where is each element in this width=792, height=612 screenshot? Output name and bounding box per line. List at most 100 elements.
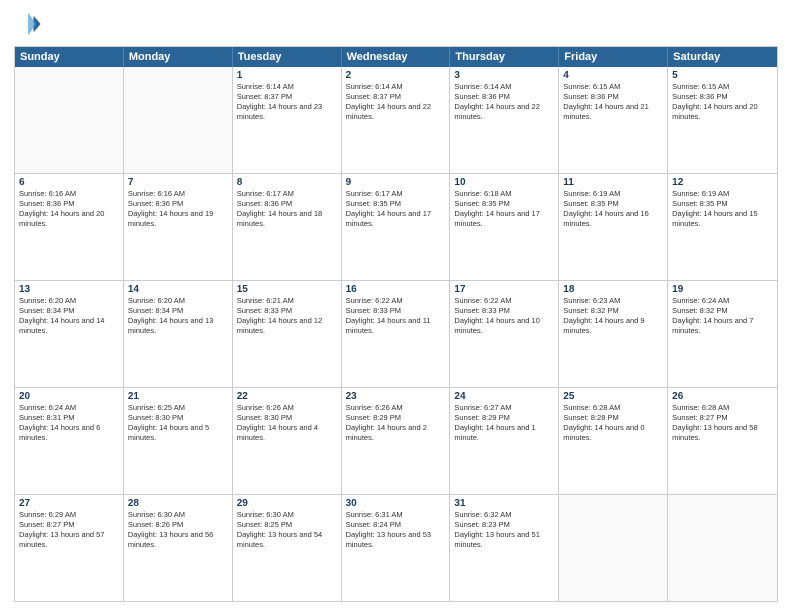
header-day-wednesday: Wednesday [342,47,451,67]
cell-content: Sunrise: 6:15 AM Sunset: 8:36 PM Dayligh… [672,82,773,123]
cell-content: Sunrise: 6:24 AM Sunset: 8:31 PM Dayligh… [19,403,119,444]
calendar-cell-5: 5Sunrise: 6:15 AM Sunset: 8:36 PM Daylig… [668,67,777,173]
cell-date: 24 [454,391,554,402]
cell-date: 4 [563,70,663,81]
calendar-row-3: 20Sunrise: 6:24 AM Sunset: 8:31 PM Dayli… [15,388,777,495]
cell-content: Sunrise: 6:19 AM Sunset: 8:35 PM Dayligh… [672,189,773,230]
cell-date: 9 [346,177,446,188]
calendar-cell-14: 14Sunrise: 6:20 AM Sunset: 8:34 PM Dayli… [124,281,233,387]
cell-content: Sunrise: 6:30 AM Sunset: 8:26 PM Dayligh… [128,510,228,551]
cell-date: 1 [237,70,337,81]
cell-date: 17 [454,284,554,295]
header-day-friday: Friday [559,47,668,67]
cell-date: 14 [128,284,228,295]
calendar-row-2: 13Sunrise: 6:20 AM Sunset: 8:34 PM Dayli… [15,281,777,388]
cell-content: Sunrise: 6:18 AM Sunset: 8:35 PM Dayligh… [454,189,554,230]
calendar-cell-6: 6Sunrise: 6:16 AM Sunset: 8:36 PM Daylig… [15,174,124,280]
cell-date: 7 [128,177,228,188]
cell-content: Sunrise: 6:16 AM Sunset: 8:36 PM Dayligh… [19,189,119,230]
calendar-cell-empty-0-0 [15,67,124,173]
calendar-cell-12: 12Sunrise: 6:19 AM Sunset: 8:35 PM Dayli… [668,174,777,280]
cell-content: Sunrise: 6:30 AM Sunset: 8:25 PM Dayligh… [237,510,337,551]
calendar-cell-31: 31Sunrise: 6:32 AM Sunset: 8:23 PM Dayli… [450,495,559,601]
cell-date: 25 [563,391,663,402]
calendar-cell-7: 7Sunrise: 6:16 AM Sunset: 8:36 PM Daylig… [124,174,233,280]
cell-date: 20 [19,391,119,402]
cell-content: Sunrise: 6:20 AM Sunset: 8:34 PM Dayligh… [19,296,119,337]
calendar-cell-28: 28Sunrise: 6:30 AM Sunset: 8:26 PM Dayli… [124,495,233,601]
logo [14,10,44,38]
cell-content: Sunrise: 6:14 AM Sunset: 8:37 PM Dayligh… [346,82,446,123]
calendar-cell-16: 16Sunrise: 6:22 AM Sunset: 8:33 PM Dayli… [342,281,451,387]
calendar-cell-26: 26Sunrise: 6:28 AM Sunset: 8:27 PM Dayli… [668,388,777,494]
cell-content: Sunrise: 6:14 AM Sunset: 8:37 PM Dayligh… [237,82,337,123]
cell-date: 13 [19,284,119,295]
calendar-row-1: 6Sunrise: 6:16 AM Sunset: 8:36 PM Daylig… [15,174,777,281]
calendar: SundayMondayTuesdayWednesdayThursdayFrid… [14,46,778,602]
calendar-cell-23: 23Sunrise: 6:26 AM Sunset: 8:29 PM Dayli… [342,388,451,494]
calendar-cell-17: 17Sunrise: 6:22 AM Sunset: 8:33 PM Dayli… [450,281,559,387]
header-day-sunday: Sunday [15,47,124,67]
cell-content: Sunrise: 6:28 AM Sunset: 8:27 PM Dayligh… [672,403,773,444]
cell-date: 31 [454,498,554,509]
cell-content: Sunrise: 6:14 AM Sunset: 8:36 PM Dayligh… [454,82,554,123]
header-day-tuesday: Tuesday [233,47,342,67]
cell-date: 15 [237,284,337,295]
calendar-cell-20: 20Sunrise: 6:24 AM Sunset: 8:31 PM Dayli… [15,388,124,494]
cell-date: 12 [672,177,773,188]
cell-content: Sunrise: 6:32 AM Sunset: 8:23 PM Dayligh… [454,510,554,551]
calendar-cell-11: 11Sunrise: 6:19 AM Sunset: 8:35 PM Dayli… [559,174,668,280]
calendar-cell-24: 24Sunrise: 6:27 AM Sunset: 8:29 PM Dayli… [450,388,559,494]
calendar-body: 1Sunrise: 6:14 AM Sunset: 8:37 PM Daylig… [15,67,777,601]
calendar-header: SundayMondayTuesdayWednesdayThursdayFrid… [15,47,777,67]
cell-content: Sunrise: 6:24 AM Sunset: 8:32 PM Dayligh… [672,296,773,337]
calendar-cell-4: 4Sunrise: 6:15 AM Sunset: 8:36 PM Daylig… [559,67,668,173]
calendar-row-4: 27Sunrise: 6:29 AM Sunset: 8:27 PM Dayli… [15,495,777,601]
calendar-cell-8: 8Sunrise: 6:17 AM Sunset: 8:36 PM Daylig… [233,174,342,280]
calendar-cell-22: 22Sunrise: 6:26 AM Sunset: 8:30 PM Dayli… [233,388,342,494]
calendar-row-0: 1Sunrise: 6:14 AM Sunset: 8:37 PM Daylig… [15,67,777,174]
cell-date: 5 [672,70,773,81]
cell-date: 8 [237,177,337,188]
cell-date: 26 [672,391,773,402]
cell-date: 28 [128,498,228,509]
header-day-monday: Monday [124,47,233,67]
cell-content: Sunrise: 6:23 AM Sunset: 8:32 PM Dayligh… [563,296,663,337]
header [14,10,778,38]
calendar-cell-30: 30Sunrise: 6:31 AM Sunset: 8:24 PM Dayli… [342,495,451,601]
cell-date: 21 [128,391,228,402]
cell-date: 2 [346,70,446,81]
header-day-thursday: Thursday [450,47,559,67]
calendar-cell-13: 13Sunrise: 6:20 AM Sunset: 8:34 PM Dayli… [15,281,124,387]
cell-content: Sunrise: 6:15 AM Sunset: 8:36 PM Dayligh… [563,82,663,123]
calendar-cell-empty-0-1 [124,67,233,173]
cell-date: 10 [454,177,554,188]
cell-content: Sunrise: 6:19 AM Sunset: 8:35 PM Dayligh… [563,189,663,230]
calendar-cell-27: 27Sunrise: 6:29 AM Sunset: 8:27 PM Dayli… [15,495,124,601]
cell-content: Sunrise: 6:17 AM Sunset: 8:35 PM Dayligh… [346,189,446,230]
calendar-cell-15: 15Sunrise: 6:21 AM Sunset: 8:33 PM Dayli… [233,281,342,387]
cell-date: 22 [237,391,337,402]
header-day-saturday: Saturday [668,47,777,67]
calendar-cell-18: 18Sunrise: 6:23 AM Sunset: 8:32 PM Dayli… [559,281,668,387]
calendar-cell-25: 25Sunrise: 6:28 AM Sunset: 8:28 PM Dayli… [559,388,668,494]
cell-content: Sunrise: 6:22 AM Sunset: 8:33 PM Dayligh… [454,296,554,337]
calendar-cell-1: 1Sunrise: 6:14 AM Sunset: 8:37 PM Daylig… [233,67,342,173]
calendar-cell-3: 3Sunrise: 6:14 AM Sunset: 8:36 PM Daylig… [450,67,559,173]
calendar-cell-9: 9Sunrise: 6:17 AM Sunset: 8:35 PM Daylig… [342,174,451,280]
cell-date: 23 [346,391,446,402]
cell-content: Sunrise: 6:31 AM Sunset: 8:24 PM Dayligh… [346,510,446,551]
cell-content: Sunrise: 6:20 AM Sunset: 8:34 PM Dayligh… [128,296,228,337]
cell-content: Sunrise: 6:22 AM Sunset: 8:33 PM Dayligh… [346,296,446,337]
cell-content: Sunrise: 6:21 AM Sunset: 8:33 PM Dayligh… [237,296,337,337]
logo-icon [14,10,42,38]
cell-date: 27 [19,498,119,509]
cell-date: 19 [672,284,773,295]
cell-content: Sunrise: 6:25 AM Sunset: 8:30 PM Dayligh… [128,403,228,444]
calendar-cell-empty-4-5 [559,495,668,601]
cell-content: Sunrise: 6:17 AM Sunset: 8:36 PM Dayligh… [237,189,337,230]
calendar-cell-empty-4-6 [668,495,777,601]
cell-content: Sunrise: 6:16 AM Sunset: 8:36 PM Dayligh… [128,189,228,230]
cell-date: 11 [563,177,663,188]
calendar-cell-29: 29Sunrise: 6:30 AM Sunset: 8:25 PM Dayli… [233,495,342,601]
